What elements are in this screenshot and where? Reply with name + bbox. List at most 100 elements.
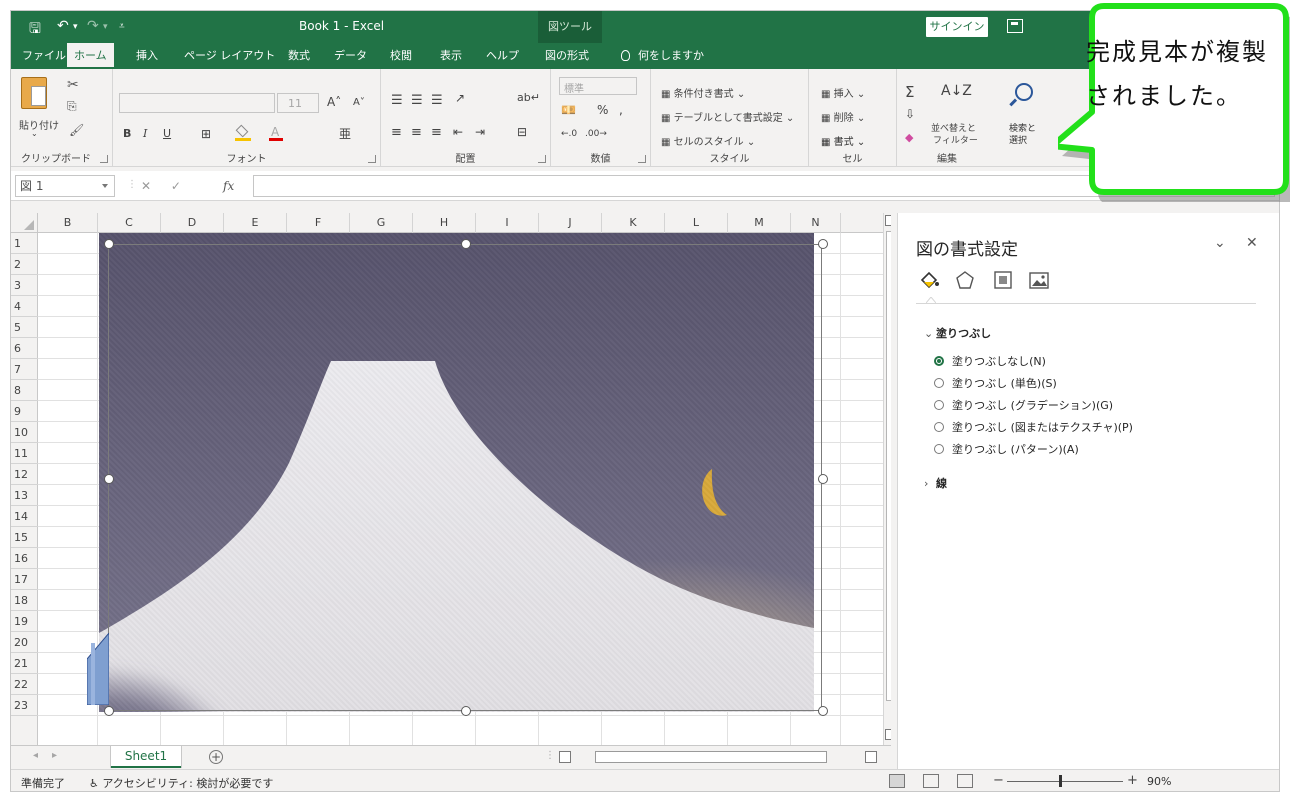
italic-button[interactable]: I [143,127,147,140]
row-header-11[interactable]: 11 [11,443,38,464]
effects-icon[interactable] [954,269,976,291]
row-header-2[interactable]: 2 [11,254,38,275]
autosum-icon[interactable]: Σ [905,83,914,101]
font-size-box[interactable]: 11 [277,93,319,113]
tab-split-grip-icon[interactable]: ⋮ [545,750,555,761]
accounting-format-icon[interactable]: 💴 [561,103,576,117]
horizontal-scrollbar[interactable] [559,751,881,765]
vertical-scrollbar[interactable] [883,213,891,745]
number-format-box[interactable]: 標準 [559,77,637,95]
select-label[interactable]: 選択 [1009,133,1027,146]
column-header-f[interactable]: F [287,213,350,233]
row-header-8[interactable]: 8 [11,380,38,401]
sort-filter-icon[interactable]: A↓Z [941,83,972,99]
wrap-text-icon[interactable]: ab↵ [517,91,540,104]
radio-icon[interactable] [934,400,944,410]
pane-options-icon[interactable]: ⌄ [1214,235,1226,251]
font-color-icon[interactable]: A [269,125,283,141]
name-box[interactable]: 図 1 [15,175,115,197]
save-icon[interactable]: 🖫 [29,18,41,42]
row-header-4[interactable]: 4 [11,296,38,317]
number-launcher-icon[interactable] [638,155,646,163]
redo-icon[interactable]: ↷ [87,18,99,34]
tab-view[interactable]: 表示 [433,43,469,69]
increase-decimal-icon[interactable]: ←.0 [561,129,577,139]
line-section-header[interactable]: › 線 [924,475,947,491]
page-layout-view-button[interactable] [923,774,939,788]
enter-formula-icon[interactable]: ✓ [171,179,181,193]
row-header-12[interactable]: 12 [11,464,38,485]
middle-align-icon[interactable]: ☰ [411,93,423,108]
font-name-box[interactable] [119,93,275,113]
customize-quick-access-icon[interactable]: ⩡ [119,21,125,32]
paste-icon[interactable] [21,77,47,109]
resize-handle-bottom-right[interactable] [818,706,828,716]
fill-option-pattern[interactable]: 塗りつぶし (パターン)(A) [934,441,1079,457]
row-header-18[interactable]: 18 [11,590,38,611]
zoom-in-button[interactable]: + [1127,773,1138,788]
zoom-slider-thumb[interactable] [1059,775,1062,787]
row-header-17[interactable]: 17 [11,569,38,590]
column-header-n[interactable]: N [791,213,841,233]
resize-handle-top-right[interactable] [818,239,828,249]
row-header-7[interactable]: 7 [11,359,38,380]
column-header-j[interactable]: J [539,213,602,233]
column-header-l[interactable]: L [665,213,728,233]
tab-insert[interactable]: 挿入 [129,43,165,69]
insert-cells-button[interactable]: ▦ 挿入 ⌄ [821,85,865,100]
row-header-19[interactable]: 19 [11,611,38,632]
increase-font-icon[interactable]: A˄ [327,95,341,109]
normal-view-button[interactable] [889,774,905,788]
column-header-i[interactable]: I [476,213,539,233]
clear-icon[interactable]: ◆ [905,131,913,144]
tab-data[interactable]: データ [327,43,374,69]
row-header-21[interactable]: 21 [11,653,38,674]
tab-picture-format[interactable]: 図の形式 [538,43,596,69]
zoom-out-button[interactable]: − [993,773,1004,788]
selected-picture[interactable] [99,233,814,712]
increase-indent-icon[interactable]: ⇥ [475,125,485,139]
row-header-16[interactable]: 16 [11,548,38,569]
row-header-22[interactable]: 22 [11,674,38,695]
cut-icon[interactable]: ✂ [67,77,79,93]
resize-handle-bottom[interactable] [461,706,471,716]
row-header-1[interactable]: 1 [11,233,38,254]
resize-handle-top[interactable] [461,239,471,249]
column-header-c[interactable]: C [98,213,161,233]
row-header-5[interactable]: 5 [11,317,38,338]
column-header-k[interactable]: K [602,213,665,233]
decrease-decimal-icon[interactable]: .00→ [585,129,607,139]
border-icon[interactable]: ⊞ [201,127,211,141]
align-center-icon[interactable]: ≡ [411,125,422,140]
font-launcher-icon[interactable] [368,155,376,163]
row-header-14[interactable]: 14 [11,506,38,527]
scroll-down-icon[interactable] [885,729,891,740]
conditional-formatting-button[interactable]: ▦ 条件付き書式 ⌄ [661,85,745,100]
vertical-scroll-thumb[interactable] [886,231,891,701]
column-header-b[interactable]: B [38,213,98,233]
phonetic-guide-icon[interactable]: 亜 [339,125,351,142]
format-cells-button[interactable]: ▦ 書式 ⌄ [821,133,865,148]
name-box-dropdown-icon[interactable] [102,184,108,188]
tab-formulas[interactable]: 数式 [281,43,317,69]
fill-option-none[interactable]: 塗りつぶしなし(N) [934,353,1046,369]
radio-icon[interactable] [934,444,944,454]
merge-center-icon[interactable]: ⊟ [517,125,527,139]
align-left-icon[interactable]: ≡ [391,125,402,140]
column-header-e[interactable]: E [224,213,287,233]
align-right-icon[interactable]: ≡ [431,125,442,140]
tab-home[interactable]: ホーム [67,43,114,69]
resize-handle-bottom-left[interactable] [104,706,114,716]
cell-styles-button[interactable]: ▦ セルのスタイル ⌄ [661,133,755,148]
fill-section-header[interactable]: ⌄ 塗りつぶし [924,325,991,341]
fill-icon[interactable]: ⇩ [905,107,915,121]
scroll-right-icon[interactable] [865,751,877,763]
row-header-20[interactable]: 20 [11,632,38,653]
paste-dropdown-icon[interactable]: ⌄ [31,129,38,138]
cancel-formula-icon[interactable]: ✕ [141,179,151,193]
orientation-icon[interactable]: ↗ [455,91,465,105]
resize-handle-left[interactable] [104,474,114,484]
ribbon-display-options-icon[interactable] [1007,19,1023,33]
format-painter-icon[interactable]: 🖌 [69,123,84,137]
radio-checked-icon[interactable] [934,356,944,366]
